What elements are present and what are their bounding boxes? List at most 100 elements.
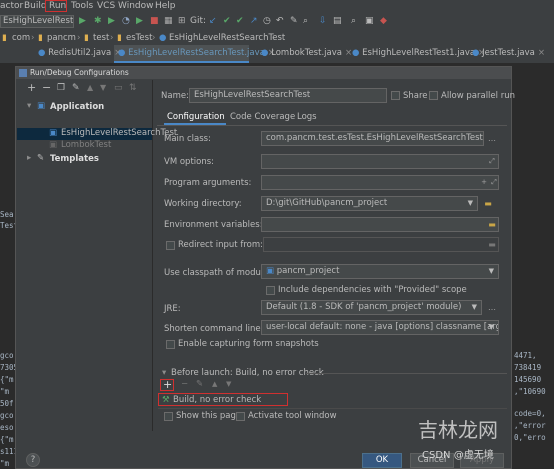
menu-help[interactable]: Help: [155, 1, 176, 11]
search-everywhere-icon[interactable]: ⌕: [351, 16, 356, 27]
menubar: actor Build Run Tools VCS Window Help: [0, 0, 554, 13]
menu-tools[interactable]: Tools: [71, 1, 93, 11]
arrow-down-icon[interactable]: ▼: [226, 380, 231, 388]
crumb-estest[interactable]: esTest: [126, 33, 152, 43]
expand-icon[interactable]: ⤢: [486, 156, 498, 167]
close-icon[interactable]: ×: [538, 48, 545, 58]
jre-select[interactable]: Default (1.8 - SDK of 'pancm_project' mo…: [261, 300, 482, 315]
expand-icon[interactable]: ⤢: [488, 177, 500, 188]
activate-tool-window-checkbox[interactable]: [236, 412, 245, 421]
form-snapshots-checkbox[interactable]: [166, 340, 175, 349]
debug-icon[interactable]: ✱: [94, 16, 102, 27]
folder-icon: ▮: [117, 33, 122, 43]
folder-icon[interactable]: ▬: [486, 219, 498, 230]
program-arguments-input[interactable]: [261, 175, 499, 190]
allow-parallel-checkbox[interactable]: [429, 91, 438, 100]
crumb-test[interactable]: test: [93, 33, 109, 43]
shorten-command-line-value: user-local default: none - java [options…: [266, 322, 499, 332]
vcs-commit-icon[interactable]: ✔: [223, 16, 231, 27]
menu-build[interactable]: Build: [24, 1, 47, 11]
crumb-class[interactable]: EsHighLevelRestSearchTest: [169, 33, 285, 43]
vm-options-input[interactable]: [261, 154, 499, 169]
redirect-input-checkbox[interactable]: [166, 241, 175, 250]
environment-variables-input[interactable]: [261, 217, 499, 232]
redirect-input-field[interactable]: [263, 237, 499, 252]
crumb-com[interactable]: com: [12, 33, 30, 43]
sdk-icon[interactable]: ▤: [333, 16, 342, 27]
main-class-input[interactable]: com.pancm.test.esTest.EsHighLevelRestSea…: [261, 131, 484, 146]
chevron-right-icon[interactable]: ▸: [27, 153, 31, 163]
working-directory-input[interactable]: D:\git\GitHub\pancm_project ▼: [261, 196, 478, 211]
chevron-down-icon[interactable]: ▾: [162, 368, 166, 378]
chevron-down-icon: ▼: [488, 267, 494, 275]
structure-icon[interactable]: ⊞: [178, 16, 186, 27]
arrow-up-icon[interactable]: ▲: [212, 380, 217, 388]
menu-vcs[interactable]: VCS: [97, 1, 115, 11]
shorten-command-line-select[interactable]: user-local default: none - java [options…: [261, 320, 499, 335]
history-icon[interactable]: ◷: [263, 16, 271, 27]
share-label: Share: [403, 91, 428, 101]
tree-item-eshighlevelrestsearchtest[interactable]: EsHighLevelRestSearchTest: [61, 128, 177, 138]
revert-icon[interactable]: ↶: [276, 16, 284, 27]
folder-icon[interactable]: ▬: [482, 198, 494, 209]
tab-lomboktest[interactable]: ● LombokTest.java ×: [261, 48, 352, 58]
before-launch-task-build[interactable]: Build, no error check: [173, 395, 261, 405]
vcs-pull-icon[interactable]: ↗: [250, 16, 258, 27]
settings-icon[interactable]: ✎: [290, 16, 298, 27]
tab-eshighlevelrestsearchtest[interactable]: ● EsHighLevelRestSearchTest.java ×: [118, 48, 275, 58]
download-icon[interactable]: ⇩: [319, 16, 327, 27]
browse-icon[interactable]: …: [486, 302, 498, 313]
application-icon: ▣: [37, 101, 46, 111]
tab-logs[interactable]: Logs: [297, 112, 317, 122]
classpath-module-select[interactable]: ▣ pancm_project ▼: [261, 264, 499, 279]
dialog-title-bar: Run/Debug Configurations: [16, 67, 511, 79]
show-page-checkbox[interactable]: [164, 412, 173, 421]
edit-icon[interactable]: ✎: [196, 379, 203, 389]
chevron-down-icon[interactable]: ▼: [468, 197, 473, 210]
wrench-icon[interactable]: ✎: [72, 82, 80, 94]
plugin-icon[interactable]: ◆: [380, 16, 387, 27]
tree-templates[interactable]: Templates: [50, 154, 99, 164]
arrow-up-icon[interactable]: ▲: [87, 82, 93, 94]
allow-parallel-label: Allow parallel run: [441, 91, 515, 101]
jre-value: Default (1.8 - SDK of 'pancm_project' mo…: [266, 302, 462, 312]
add-icon[interactable]: +: [27, 82, 36, 94]
add-icon[interactable]: +: [163, 379, 172, 391]
arrow-down-icon[interactable]: ▼: [100, 82, 106, 94]
profile-icon[interactable]: ◔: [122, 16, 130, 27]
tab-jesttest[interactable]: ● JestTest.java ×: [472, 48, 545, 58]
tab-code-coverage[interactable]: Code Coverage: [230, 112, 295, 122]
copy-icon[interactable]: ❐: [57, 82, 65, 94]
crumb-pancm[interactable]: pancm: [47, 33, 76, 43]
menu-analyze[interactable]: actor: [0, 1, 23, 11]
menu-window[interactable]: Window: [118, 1, 154, 11]
browse-icon[interactable]: …: [486, 133, 498, 144]
project-structure-icon[interactable]: ⌕: [303, 16, 308, 27]
tab-eshighlevelresttest1[interactable]: ● EsHighLevelRestTest1.java ×: [352, 48, 485, 58]
vcs-push-icon[interactable]: ✔: [236, 16, 244, 27]
folder-icon[interactable]: ▬: [486, 239, 498, 250]
chevron-down-icon[interactable]: ▾: [27, 101, 31, 111]
editor-snippet: code=0,: [514, 409, 546, 418]
tab-redisutil2[interactable]: ● RedisUtil2.java ×: [38, 48, 121, 58]
include-dependencies-checkbox[interactable]: [266, 286, 275, 295]
sort-icon[interactable]: ⇅: [129, 82, 137, 94]
coverage-icon[interactable]: ▶: [108, 16, 115, 27]
share-checkbox[interactable]: [391, 91, 400, 100]
remove-icon[interactable]: −: [181, 379, 188, 389]
tree-item-lomboktest[interactable]: LombokTest: [61, 140, 111, 150]
folder-icon[interactable]: ▭: [114, 82, 123, 94]
stop-icon[interactable]: ■: [150, 16, 159, 27]
help-button[interactable]: ?: [26, 453, 40, 467]
name-input[interactable]: EsHighLevelRestSearchTest: [189, 88, 387, 103]
tab-configuration[interactable]: Configuration: [167, 112, 225, 122]
ok-button[interactable]: OK: [362, 453, 402, 468]
run-config-combo[interactable]: EsHighLevelRestSearchTest: [0, 15, 74, 28]
layout-icon[interactable]: ▦: [164, 16, 173, 27]
remove-icon[interactable]: −: [42, 82, 51, 94]
tasks-icon[interactable]: ▣: [365, 16, 374, 27]
rerun-icon[interactable]: ▶: [136, 16, 143, 27]
run-icon[interactable]: ▶: [79, 16, 86, 27]
tree-application[interactable]: Application: [50, 102, 104, 112]
vcs-update-icon[interactable]: ↙: [209, 16, 217, 27]
